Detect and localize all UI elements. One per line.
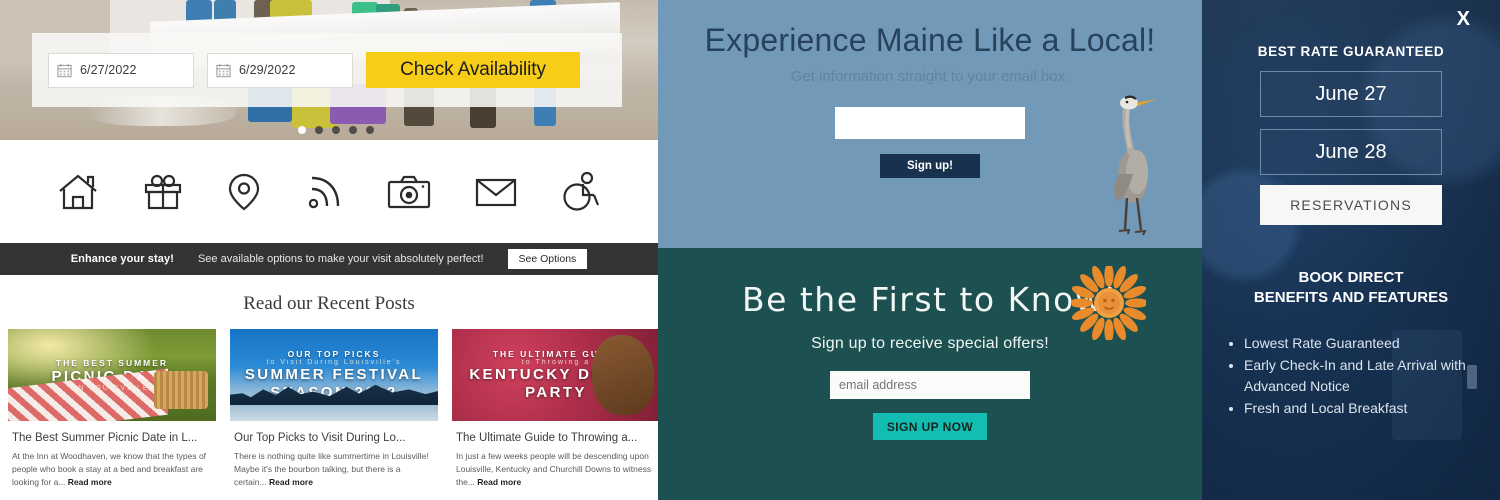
enhance-text: See available options to make your visit… <box>197 253 484 265</box>
checkout-date-input[interactable]: 6/29/2022 <box>207 52 353 88</box>
book-direct-heading: BOOK DIRECT BENEFITS AND FEATURES <box>1202 268 1500 309</box>
carousel-dots[interactable] <box>298 126 374 134</box>
booking-widget: 6/27/2022 6/29/2022 Check Availability <box>32 33 622 107</box>
thumb-subline: to Visit During Louisville's <box>266 359 402 367</box>
best-rate-guaranteed-label: BEST RATE GUARANTEED <box>1257 44 1445 59</box>
post-excerpt: At the Inn at Woodhaven, we know that th… <box>8 450 216 488</box>
calendar-icon <box>57 63 72 77</box>
benefit-item: Fresh and Local Breakfast <box>1244 398 1500 419</box>
middle-popup-panel: Experience Maine Like a Local! Get infor… <box>658 0 1202 500</box>
post-thumbnail[interactable]: OUR TOP PICKS to Visit During Louisville… <box>230 329 438 421</box>
icon-navigation-row <box>0 140 658 243</box>
checkin-date-selector[interactable]: June 27 <box>1260 71 1442 117</box>
picnic-basket <box>154 371 208 409</box>
post-card[interactable]: OUR TOP PICKS to Visit During Louisville… <box>230 329 438 489</box>
screenshot-root: 6/27/2022 6/29/2022 Check Availability E… <box>0 0 1500 500</box>
river-water <box>230 405 438 421</box>
book-direct-line-1: BOOK DIRECT <box>1298 269 1404 286</box>
benefits-list: Lowest Rate Guaranteed Early Check-In an… <box>1244 333 1500 420</box>
post-title[interactable]: Our Top Picks to Visit During Lo... <box>230 421 438 450</box>
benefit-item: Early Check-In and Late Arrival with Adv… <box>1244 355 1500 398</box>
home-icon[interactable] <box>56 172 100 212</box>
calendar-icon <box>216 63 231 77</box>
carousel-dot-3[interactable] <box>332 126 340 134</box>
be-first-to-know-popup: Be the First to Know! Sign up to receive… <box>658 248 1202 500</box>
gift-icon[interactable] <box>142 172 184 212</box>
accessibility-icon[interactable] <box>560 171 602 213</box>
carousel-dot-5[interactable] <box>366 126 374 134</box>
carousel-dot-4[interactable] <box>349 126 357 134</box>
maine-subheading: Get information straight to your email b… <box>790 68 1070 85</box>
read-more-link[interactable]: Read more <box>477 477 521 487</box>
post-card[interactable]: THE BEST SUMMER PICNIC DATE IN LOUISVILL… <box>8 329 216 489</box>
read-more-link[interactable]: Read more <box>269 477 313 487</box>
envelope-icon[interactable] <box>474 175 518 209</box>
heron-illustration <box>1114 95 1157 236</box>
checkin-date-value: 6/27/2022 <box>80 63 137 77</box>
post-thumbnail[interactable]: THE BEST SUMMER PICNIC DATE IN LOUISVILL… <box>8 329 216 421</box>
carousel-dot-2[interactable] <box>315 126 323 134</box>
maine-signup-popup: Experience Maine Like a Local! Get infor… <box>658 0 1202 248</box>
post-card[interactable]: THE ULTIMATE GUIDE to Throwing a KENTUCK… <box>452 329 658 489</box>
thumb-subline: IN LOUISVILLE <box>74 385 150 393</box>
checkout-date-value: 6/29/2022 <box>239 63 296 77</box>
post-thumbnail[interactable]: THE ULTIMATE GUIDE to Throwing a KENTUCK… <box>452 329 658 421</box>
checkout-date-selector[interactable]: June 28 <box>1260 129 1442 175</box>
horse-photo <box>592 335 654 415</box>
camera-icon[interactable] <box>386 173 432 211</box>
sunflower-illustration <box>1072 266 1146 340</box>
thumb-overline: THE BEST SUMMER <box>55 357 169 368</box>
map-pin-icon[interactable] <box>226 171 262 213</box>
left-website-panel: 6/27/2022 6/29/2022 Check Availability E… <box>0 0 658 500</box>
benefit-item: Lowest Rate Guaranteed <box>1244 333 1500 354</box>
thumb-subline: to Throwing a <box>521 359 591 367</box>
post-title[interactable]: The Ultimate Guide to Throwing a... <box>452 421 658 450</box>
hero-carousel: 6/27/2022 6/29/2022 Check Availability <box>0 0 658 140</box>
see-options-button[interactable]: See Options <box>507 249 588 269</box>
recent-posts-heading: Read our Recent Posts <box>243 293 415 314</box>
rss-icon[interactable] <box>304 172 344 212</box>
enhance-title: Enhance your stay! <box>70 253 174 265</box>
enhance-stay-bar: Enhance your stay! See available options… <box>0 243 658 275</box>
post-excerpt-text: There is nothing quite like summertime i… <box>234 451 429 487</box>
sign-up-now-button[interactable]: SIGN UP NOW <box>873 413 987 440</box>
post-excerpt: There is nothing quite like summertime i… <box>230 450 438 488</box>
check-availability-button[interactable]: Check Availability <box>366 52 580 88</box>
maine-signup-button[interactable]: Sign up! <box>880 154 980 178</box>
maine-heading: Experience Maine Like a Local! <box>704 22 1156 58</box>
book-direct-popup: X BEST RATE GUARANTEED June 27 June 28 R… <box>1202 0 1500 500</box>
post-title[interactable]: The Best Summer Picnic Date in L... <box>8 421 216 450</box>
post-excerpt: In just a few weeks people will be desce… <box>452 450 658 488</box>
thumb-overline: OUR TOP PICKS <box>287 349 381 360</box>
read-more-link[interactable]: Read more <box>68 477 112 487</box>
reservations-button[interactable]: RESERVATIONS <box>1260 185 1442 225</box>
carousel-dot-1[interactable] <box>298 126 306 134</box>
book-direct-line-2: BENEFITS AND FEATURES <box>1253 289 1449 307</box>
recent-posts-list: THE BEST SUMMER PICNIC DATE IN LOUISVILL… <box>0 329 658 489</box>
checkin-date-input[interactable]: 6/27/2022 <box>48 52 194 88</box>
know-email-input[interactable] <box>830 371 1030 399</box>
maine-email-input[interactable] <box>835 107 1025 139</box>
